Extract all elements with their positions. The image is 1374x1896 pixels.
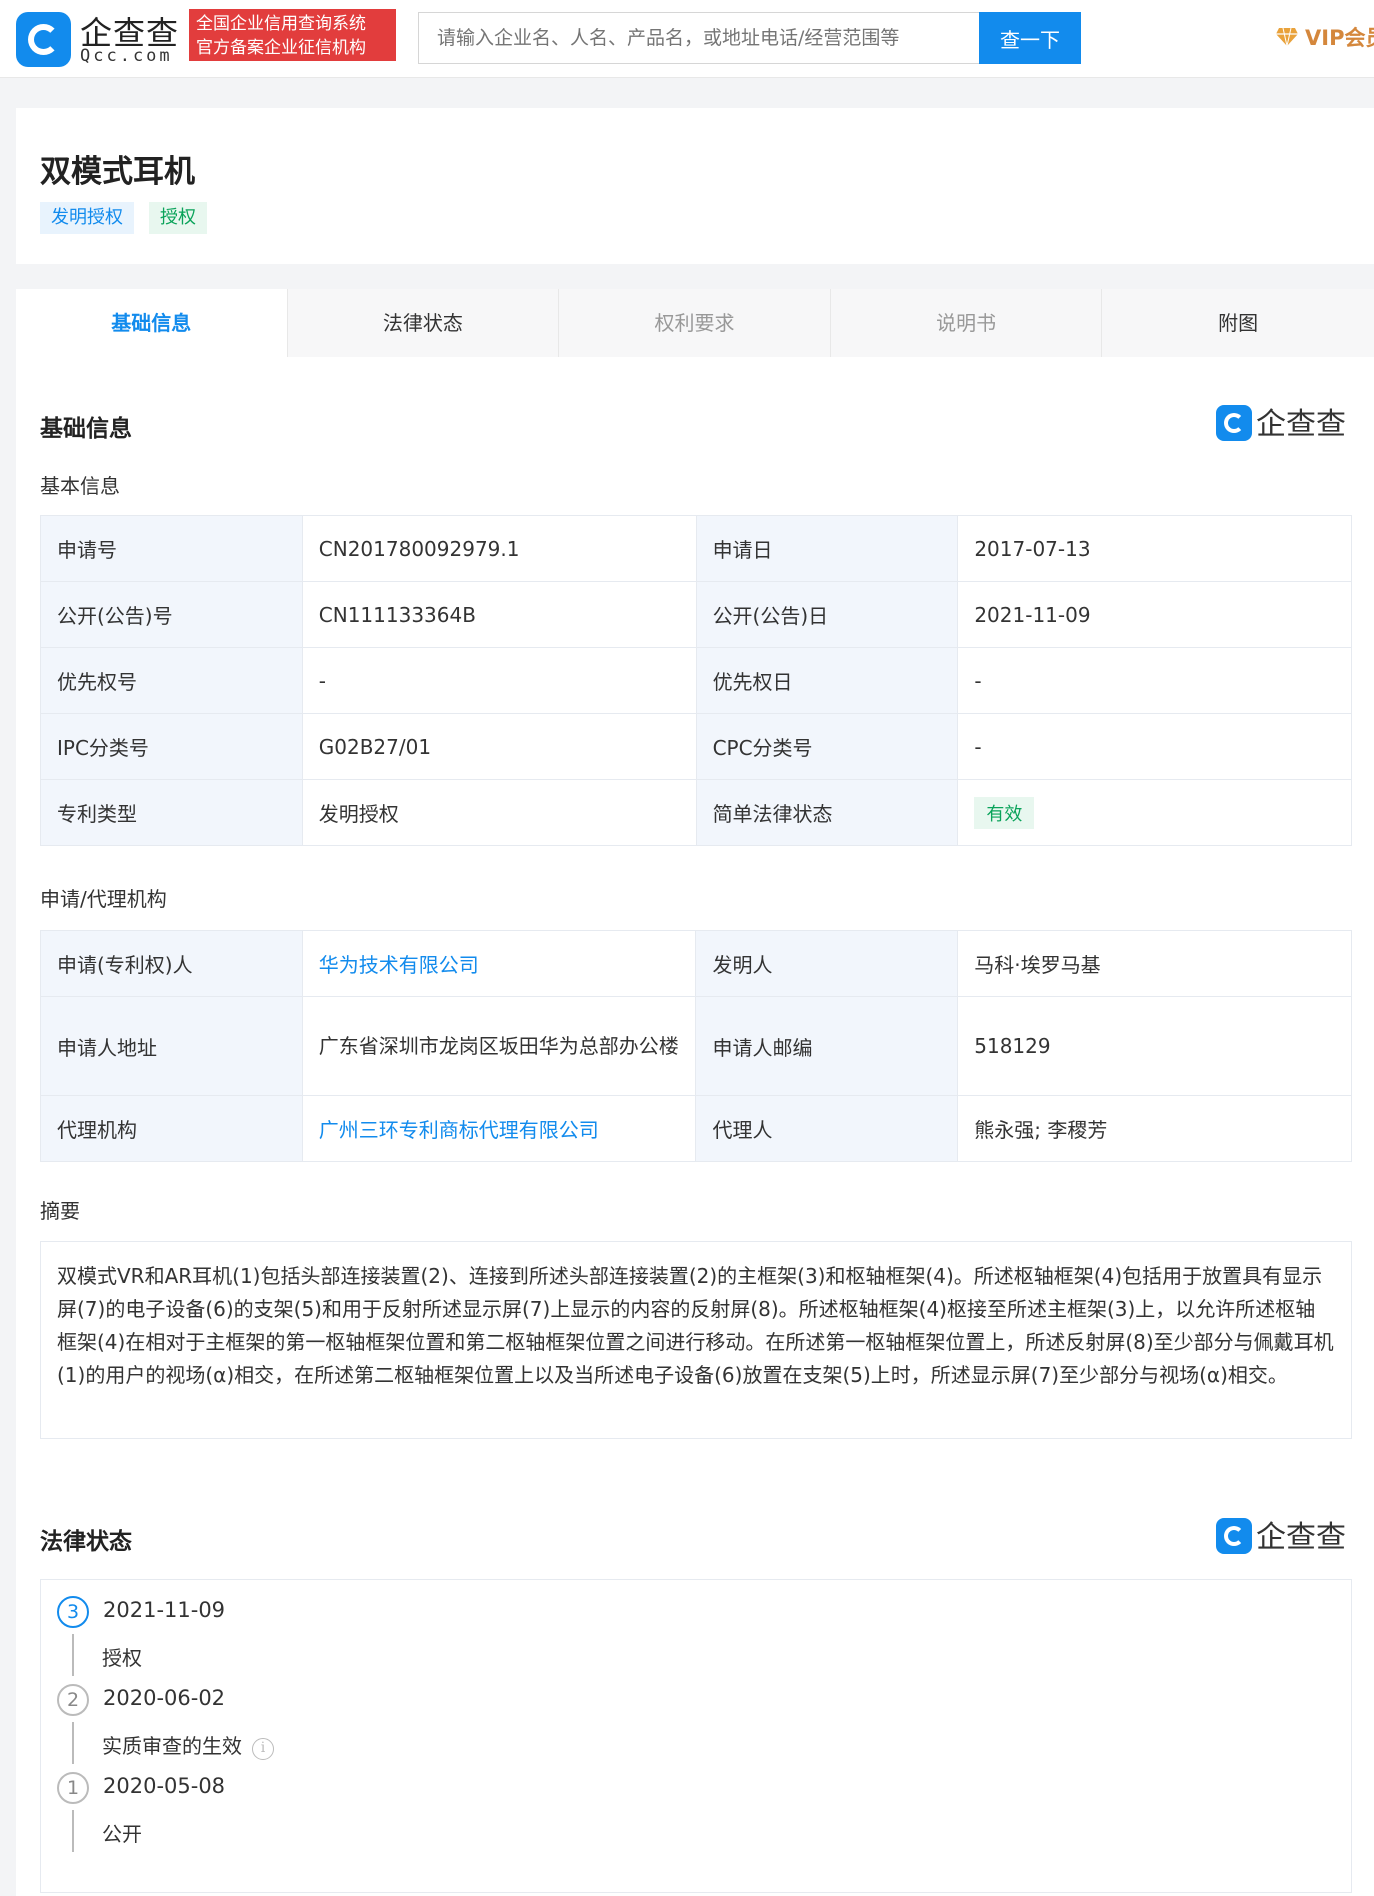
table-row: IPC分类号 G02B27/01 CPC分类号 - xyxy=(40,713,1352,780)
qcc-logo-icon xyxy=(1216,405,1252,441)
event-name: 公开 xyxy=(102,1822,142,1846)
value-cell: 广州三环专利商标代理有限公司 xyxy=(301,1095,697,1162)
tab-basic-info[interactable]: 基础信息 xyxy=(16,289,288,357)
label-cell: 专利类型 xyxy=(40,779,303,846)
patent-title-card: 双模式耳机 发明授权 授权 xyxy=(16,108,1374,264)
top-header: 企查查 Qcc.com 全国企业信用查询系统 官方备案企业征信机构 查一下 VI… xyxy=(0,0,1374,78)
label-cell: 公开(公告)号 xyxy=(40,581,303,648)
legal-timeline: 3 2021-11-09 授权 2 2020-06-02 实质审查的生效 i 1 … xyxy=(40,1579,1352,1893)
value-cell: 马科·埃罗马基 xyxy=(957,930,1352,997)
patent-type-tag: 发明授权 xyxy=(40,202,134,234)
value-cell: - xyxy=(301,647,697,714)
page-title: 双模式耳机 xyxy=(40,154,195,190)
label-cell: IPC分类号 xyxy=(40,713,303,780)
label-cell: 申请(专利权)人 xyxy=(40,930,303,997)
basic-info-table: 申请号 CN201780092979.1 申请日 2017-07-13 公开(公… xyxy=(40,515,1352,846)
basic-section-title: 基础信息 xyxy=(40,416,132,442)
value-cell: 熊永强; 李稷芳 xyxy=(957,1095,1352,1162)
label-cell: 代理机构 xyxy=(40,1095,303,1162)
value-cell: 华为技术有限公司 xyxy=(301,930,697,997)
value-cell: 2017-07-13 xyxy=(957,515,1352,582)
table-row: 专利类型 发明授权 简单法律状态 有效 xyxy=(40,779,1352,846)
value-cell: CN111133364B xyxy=(301,581,697,648)
value-cell: 发明授权 xyxy=(301,779,697,846)
label-cell: 代理人 xyxy=(695,1095,959,1162)
vip-link[interactable]: VIP会员 xyxy=(1275,22,1374,52)
qcc-logo-icon xyxy=(1216,1518,1252,1554)
event-date: 2020-05-08 xyxy=(103,1774,226,1798)
search-button[interactable]: 查一下 xyxy=(979,12,1081,64)
value-cell: - xyxy=(957,713,1352,780)
timeline-connector xyxy=(72,1810,74,1852)
search-box xyxy=(418,12,980,64)
certification-badge: 全国企业信用查询系统 官方备案企业征信机构 xyxy=(189,9,396,61)
tab-description[interactable]: 说明书 xyxy=(830,289,1103,357)
table-row: 代理机构 广州三环专利商标代理有限公司 代理人 熊永强; 李稷芳 xyxy=(40,1095,1352,1162)
value-cell: 518129 xyxy=(957,996,1352,1096)
table-row: 申请号 CN201780092979.1 申请日 2017-07-13 xyxy=(40,515,1352,582)
watermark-text: 企查查 xyxy=(1256,407,1346,442)
event-name: 授权 xyxy=(102,1646,142,1670)
cert-line-1: 全国企业信用查询系统 xyxy=(196,14,366,34)
abstract-subtitle: 摘要 xyxy=(40,1199,80,1223)
table-row: 公开(公告)号 CN111133364B 公开(公告)日 2021-11-09 xyxy=(40,581,1352,648)
label-cell: 申请人地址 xyxy=(40,996,303,1096)
info-icon[interactable]: i xyxy=(252,1738,274,1760)
value-cell: - xyxy=(957,647,1352,714)
watermark-text: 企查查 xyxy=(1256,1520,1346,1555)
label-cell: 申请日 xyxy=(695,515,959,582)
agency-table: 申请(专利权)人 华为技术有限公司 发明人 马科·埃罗马基 申请人地址 广东省深… xyxy=(40,930,1352,1162)
label-cell: 申请人邮编 xyxy=(695,996,959,1096)
brand-domain[interactable]: Qcc.com xyxy=(80,46,173,66)
value-cell: CN201780092979.1 xyxy=(301,515,697,582)
step-number: 2 xyxy=(57,1684,89,1716)
status-tag: 授权 xyxy=(149,202,207,234)
step-number: 3 xyxy=(57,1596,89,1628)
event-name: 实质审查的生效 xyxy=(102,1734,242,1758)
cert-line-2: 官方备案企业征信机构 xyxy=(196,38,366,58)
table-row: 申请人地址 广东省深圳市龙岗区坂田华为总部办公楼 申请人邮编 518129 xyxy=(40,996,1352,1096)
tab-legal-status[interactable]: 法律状态 xyxy=(287,289,560,357)
timeline-connector xyxy=(72,1722,74,1764)
qcc-watermark: 企查查 xyxy=(1216,1512,1346,1556)
label-cell: 申请号 xyxy=(40,515,303,582)
label-cell: CPC分类号 xyxy=(695,713,959,780)
tab-claims[interactable]: 权利要求 xyxy=(559,289,831,357)
diamond-icon xyxy=(1276,27,1298,47)
table-row: 申请(专利权)人 华为技术有限公司 发明人 马科·埃罗马基 xyxy=(40,930,1352,997)
tab-bar: 基础信息 法律状态 权利要求 说明书 附图 xyxy=(16,289,1374,357)
agency-link[interactable]: 广州三环专利商标代理有限公司 xyxy=(319,1118,599,1142)
timeline-connector xyxy=(72,1634,74,1676)
event-date: 2020-06-02 xyxy=(103,1686,226,1710)
legal-section-title: 法律状态 xyxy=(40,1529,132,1555)
qcc-logo-icon[interactable] xyxy=(16,12,71,67)
applicant-link[interactable]: 华为技术有限公司 xyxy=(319,953,479,977)
event-date: 2021-11-09 xyxy=(103,1598,226,1622)
search-input[interactable] xyxy=(419,13,980,63)
vip-label: VIP会员 xyxy=(1305,26,1374,50)
agency-subtitle: 申请/代理机构 xyxy=(40,887,167,911)
label-cell: 优先权号 xyxy=(40,647,303,714)
label-cell: 优先权日 xyxy=(695,647,959,714)
label-cell: 发明人 xyxy=(695,930,959,997)
basic-subtitle: 基本信息 xyxy=(40,474,120,498)
step-number: 1 xyxy=(57,1772,89,1804)
abstract-text: 双模式VR和AR耳机(1)包括头部连接装置(2)、连接到所述头部连接装置(2)的… xyxy=(40,1241,1352,1439)
event-row: 实质审查的生效 i xyxy=(102,1730,274,1760)
main-card: 基础信息 法律状态 权利要求 说明书 附图 基础信息 企查查 基本信息 申请号 … xyxy=(16,289,1374,1896)
value-cell: 2021-11-09 xyxy=(957,581,1352,648)
qcc-watermark: 企查查 xyxy=(1216,399,1346,443)
value-cell: 广东省深圳市龙岗区坂田华为总部办公楼 xyxy=(301,996,697,1096)
label-cell: 公开(公告)日 xyxy=(695,581,959,648)
label-cell: 简单法律状态 xyxy=(695,779,959,846)
tab-figures[interactable]: 附图 xyxy=(1102,289,1374,357)
valid-status-badge: 有效 xyxy=(974,796,1035,829)
table-row: 优先权号 - 优先权日 - xyxy=(40,647,1352,714)
value-cell: G02B27/01 xyxy=(301,713,697,780)
value-cell: 有效 xyxy=(957,779,1352,846)
